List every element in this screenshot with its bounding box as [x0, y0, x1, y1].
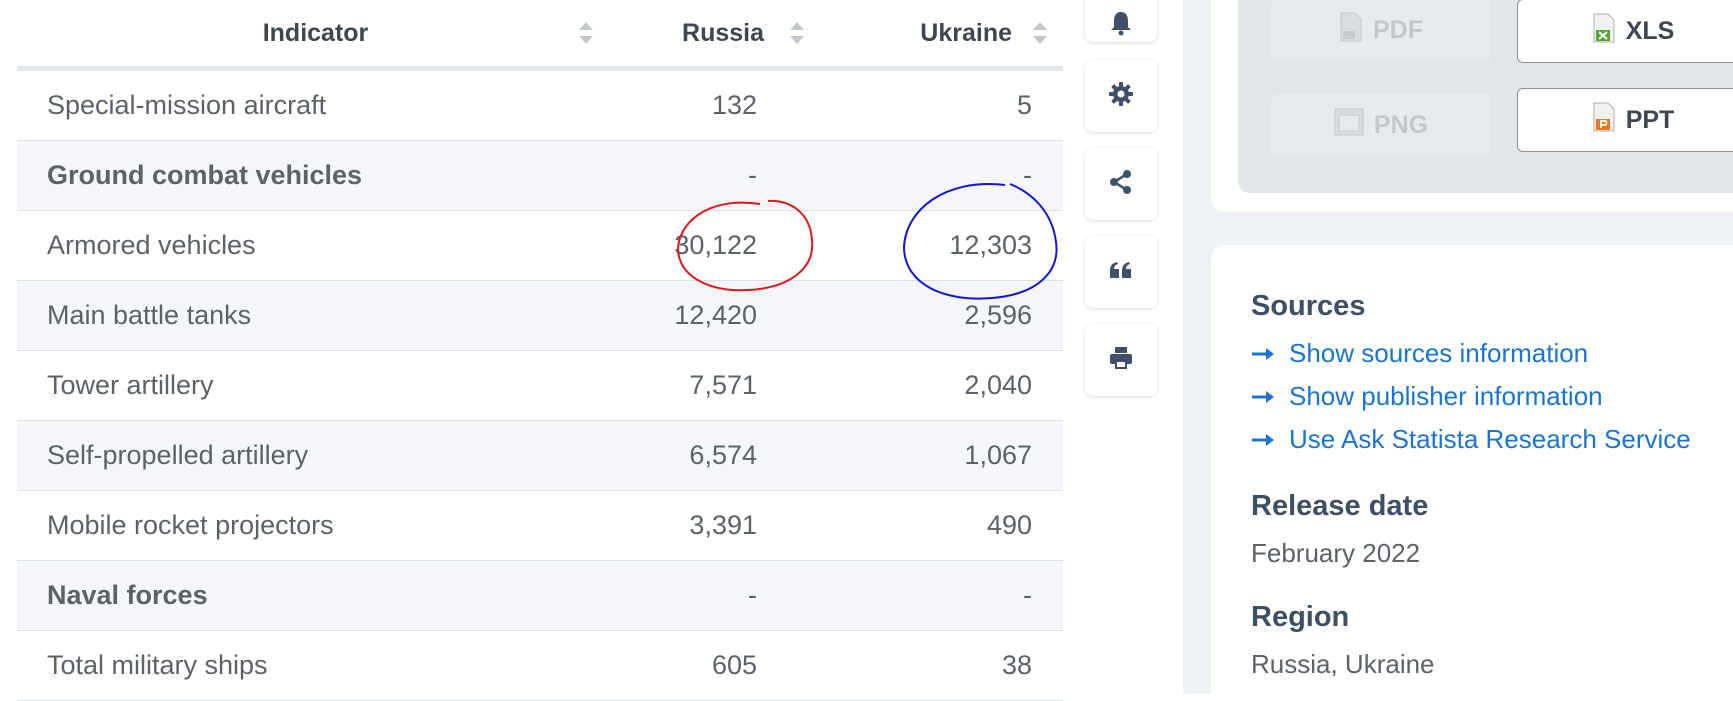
- notification-button[interactable]: [1085, 0, 1157, 42]
- download-png-button[interactable]: PNG: [1271, 94, 1491, 156]
- settings-button[interactable]: [1085, 60, 1157, 132]
- sort-icon[interactable]: [789, 20, 805, 46]
- ukraine-value-cell: 490: [809, 490, 1063, 561]
- russia-value-cell: 7,571: [614, 350, 809, 421]
- table-row: Total military ships 605 38: [17, 630, 1063, 701]
- table-row: Naval forces - -: [17, 560, 1063, 631]
- sources-heading: Sources: [1251, 290, 1366, 322]
- bell-icon: [1108, 10, 1134, 41]
- russia-value-cell: 3,391: [614, 490, 809, 561]
- table-row: Main battle tanks 12,420 2,596: [17, 280, 1063, 351]
- indicator-cell: Ground combat vehicles: [17, 140, 614, 211]
- russia-value-cell: 132: [614, 68, 809, 141]
- column-header-indicator-label: Indicator: [262, 18, 369, 47]
- ppt-file-icon: [1592, 102, 1616, 139]
- russia-value-cell: 605: [614, 630, 809, 701]
- indicator-cell: Mobile rocket projectors: [17, 490, 614, 561]
- indicator-cell: Armored vehicles: [17, 210, 614, 281]
- share-icon: [1108, 169, 1134, 200]
- indicator-cell: Naval forces: [17, 560, 614, 631]
- column-header-indicator[interactable]: Indicator: [17, 0, 614, 71]
- ukraine-value-cell: 5: [809, 68, 1063, 141]
- ukraine-value-cell: 38: [809, 630, 1063, 701]
- column-header-ukraine[interactable]: Ukraine: [809, 0, 1063, 71]
- download-xls-button[interactable]: XLS: [1517, 0, 1733, 63]
- table-header-row: Indicator Russia Ukraine: [17, 0, 1063, 71]
- arrow-right-icon: [1251, 347, 1275, 361]
- ukraine-value-cell: -: [809, 560, 1063, 631]
- ukraine-value-cell: 12,303: [809, 210, 1063, 281]
- quote-icon: [1109, 260, 1133, 285]
- arrow-right-icon: [1251, 390, 1275, 404]
- show-sources-link[interactable]: Show sources information: [1251, 338, 1588, 369]
- download-pdf-button[interactable]: PDF: [1271, 0, 1491, 61]
- pdf-file-icon: [1339, 12, 1363, 49]
- table-row: Mobile rocket projectors 3,391 490: [17, 490, 1063, 561]
- indicator-cell: Self-propelled artillery: [17, 420, 614, 491]
- column-header-ukraine-label: Ukraine: [920, 18, 1012, 47]
- indicator-cell: Main battle tanks: [17, 280, 614, 351]
- download-ppt-button[interactable]: PPT: [1517, 88, 1733, 152]
- ukraine-value-cell: 1,067: [809, 420, 1063, 491]
- russia-value-cell: 12,420: [614, 280, 809, 351]
- table-row: Self-propelled artillery 6,574 1,067: [17, 420, 1063, 491]
- indicator-cell: Tower artillery: [17, 350, 614, 421]
- russia-value-cell: -: [614, 560, 809, 631]
- sort-icon[interactable]: [1032, 20, 1048, 46]
- release-date-value: February 2022: [1251, 538, 1421, 568]
- gear-icon: [1108, 81, 1134, 112]
- table-row: Tower artillery 7,571 2,040: [17, 350, 1063, 421]
- ukraine-value-cell: 2,040: [809, 350, 1063, 421]
- arrow-right-icon: [1251, 433, 1275, 447]
- cite-button[interactable]: [1085, 236, 1157, 308]
- ukraine-value-cell: 2,596: [809, 280, 1063, 351]
- indicator-cell: Special-mission aircraft: [17, 68, 614, 141]
- statistics-table-container: Indicator Russia Ukraine Special-mission…: [17, 0, 1063, 701]
- table-row: Special-mission aircraft 132 5: [17, 68, 1063, 141]
- release-date-heading: Release date: [1251, 490, 1429, 522]
- show-publisher-link[interactable]: Show publisher information: [1251, 381, 1603, 412]
- print-button[interactable]: [1085, 324, 1157, 396]
- indicator-cell: Total military ships: [17, 630, 614, 701]
- region-heading: Region: [1251, 601, 1350, 633]
- column-header-russia-label: Russia: [682, 18, 764, 47]
- table-row: Armored vehicles 30,122 12,303: [17, 210, 1063, 281]
- russia-value-cell: 30,122: [614, 210, 809, 281]
- region-value: Russia, Ukraine: [1251, 649, 1435, 679]
- share-button[interactable]: [1085, 148, 1157, 220]
- russia-value-cell: -: [614, 140, 809, 211]
- xls-file-icon: [1592, 13, 1616, 50]
- png-file-icon: [1334, 108, 1364, 143]
- ask-statista-link[interactable]: Use Ask Statista Research Service: [1251, 424, 1691, 455]
- print-icon: [1108, 345, 1134, 376]
- table-row: Ground combat vehicles - -: [17, 140, 1063, 211]
- statistics-table: Indicator Russia Ukraine Special-mission…: [17, 0, 1063, 701]
- sort-icon[interactable]: [578, 20, 594, 46]
- russia-value-cell: 6,574: [614, 420, 809, 491]
- column-header-russia[interactable]: Russia: [614, 0, 809, 71]
- ukraine-value-cell: -: [809, 140, 1063, 211]
